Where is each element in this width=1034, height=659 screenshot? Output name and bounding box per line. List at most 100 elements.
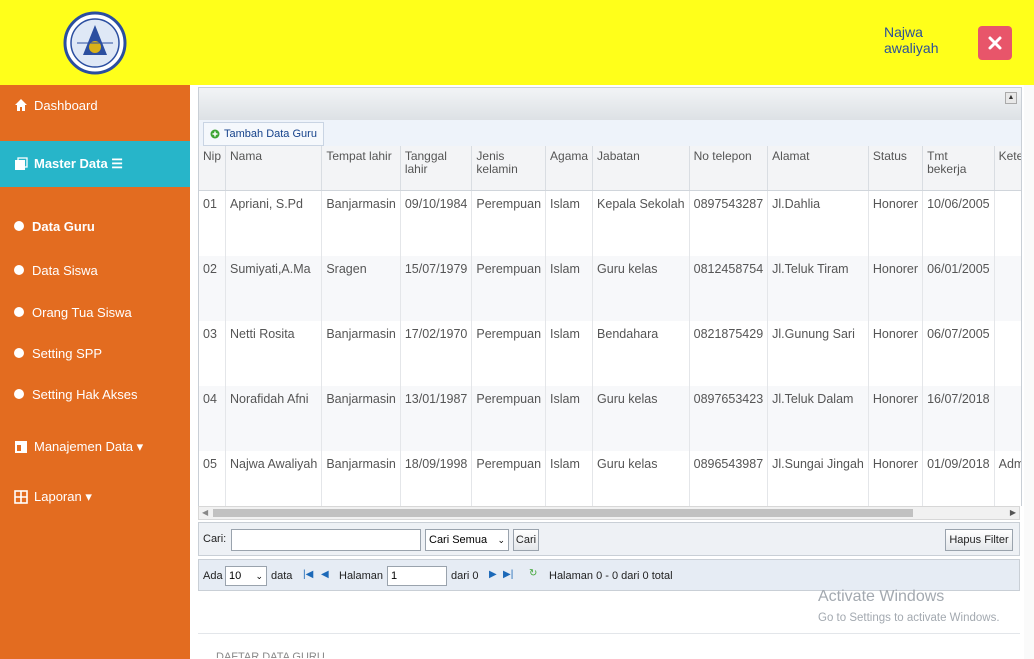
table-icon (14, 440, 28, 454)
cell-jenis-kelamin: Perempuan (471, 256, 547, 321)
column-header-jenis-kelamin[interactable]: Jenis kelamin (471, 146, 547, 191)
cell-no-telepon: 0897543287 (689, 190, 769, 256)
search-button[interactable]: Cari (513, 529, 539, 551)
next-page-icon[interactable]: ▶ (489, 569, 497, 580)
cell-jenis-kelamin: Perempuan (471, 321, 547, 386)
column-header-jabatan[interactable]: Jabatan (592, 146, 690, 191)
add-teacher-label: Tambah Data Guru (224, 128, 317, 140)
sidebar-item-label: Dashboard (34, 97, 98, 113)
close-icon (988, 36, 1002, 50)
logout-button[interactable] (978, 26, 1012, 60)
sidebar-item-laporan[interactable]: Laporan ▾ (0, 483, 190, 511)
column-header-nip[interactable]: Nip (199, 146, 227, 191)
table-row[interactable]: 02 Sumiyati,A.Ma Sragen 15/07/1979 Perempuan… (199, 256, 1021, 321)
page-size-value: 10 (229, 570, 242, 582)
table-row[interactable]: 03 Netti Rosita Banjarmasin 17/02/1970 Perem… (199, 321, 1021, 386)
cell-tmt-bekerja: 01/09/2018 (922, 451, 995, 506)
grid-icon (14, 490, 28, 504)
grid-toolbar: Tambah Data Guru (198, 120, 1022, 146)
scrollbar-thumb[interactable] (213, 509, 913, 517)
bullet-icon (14, 265, 24, 275)
folder-icon (14, 157, 28, 171)
sidebar-item-setting-hak-akses[interactable]: Setting Hak Akses (0, 381, 190, 407)
sidebar-item-orang-tua-siswa[interactable]: Orang Tua Siswa (0, 299, 190, 325)
cell-tmt-bekerja: 06/01/2005 (922, 256, 995, 321)
scroll-right-icon[interactable]: ▶ (1010, 508, 1016, 517)
column-header-tmt-bekerja[interactable]: Tmt bekerja (922, 146, 995, 191)
sidebar-item-dashboard[interactable]: Dashboard (0, 85, 190, 125)
collapse-up-icon[interactable]: ▲ (1005, 92, 1017, 104)
teacher-data-grid: Nip Nama Tempat lahir Tanggal lahir Jeni… (198, 146, 1022, 506)
cell-status: Honorer (868, 386, 924, 451)
sidebar-item-label: Setting Hak Akses (32, 386, 138, 402)
sidebar-item-label: Setting SPP (32, 345, 103, 361)
table-row[interactable]: 01 Apriani, S.Pd Banjarmasin 09/10/1984 Pere… (199, 190, 1021, 256)
search-input[interactable] (231, 529, 421, 551)
next-section-title: DAFTAR DATA GURU (216, 651, 325, 658)
cell-nama: Norafidah Afni (225, 386, 323, 451)
cell-agama: Islam (545, 321, 594, 386)
cell-nip: 02 (199, 256, 227, 321)
sidebar-item-label: Laporan ▾ (34, 489, 92, 504)
prev-page-icon[interactable]: ◀ (321, 569, 329, 580)
table-row[interactable]: 05 Najwa Awaliyah Banjarmasin 18/09/1998 Per… (199, 451, 1021, 506)
page-label: Halaman (339, 570, 384, 582)
column-header-tanggal-lahir[interactable]: Tanggal lahir (400, 146, 473, 191)
cell-tempat-lahir: Sragen (321, 256, 401, 321)
page-size-select[interactable]: 10 ⌄ (225, 566, 267, 586)
logo-area (0, 0, 190, 85)
table-row[interactable]: 04 Norafidah Afni Banjarmasin 13/01/1987 Per… (199, 386, 1021, 451)
cell-alamat: Jl.Teluk Tiram (767, 256, 869, 321)
sidebar-item-label: Data Guru (32, 218, 95, 234)
cell-tmt-bekerja: 10/06/2005 (922, 190, 995, 256)
column-header-no-telepon[interactable]: No telepon (689, 146, 769, 191)
clear-filter-button[interactable]: Hapus Filter (945, 529, 1013, 551)
column-header-alamat[interactable]: Alamat (767, 146, 869, 191)
column-header-agama[interactable]: Agama (545, 146, 594, 191)
cell-status: Honorer (868, 451, 924, 506)
column-header-nama[interactable]: Nama (225, 146, 323, 191)
panel-header: ▲ (198, 87, 1022, 121)
search-field-select[interactable]: Cari Semua ⌄ (425, 529, 509, 551)
vertical-scrollbar[interactable] (1024, 85, 1034, 659)
add-teacher-button[interactable]: Tambah Data Guru (203, 122, 324, 146)
cell-keterangan: Admin (994, 451, 1021, 506)
column-header-tempat-lahir[interactable]: Tempat lahir (321, 146, 401, 191)
cell-jenis-kelamin: Perempuan (471, 386, 547, 451)
activation-watermark-subtitle: Go to Settings to activate Windows. (818, 612, 1000, 624)
sidebar-item-master-data[interactable]: Master Data ☰ (0, 141, 190, 187)
cell-no-telepon: 0821875429 (689, 321, 769, 386)
cell-tanggal-lahir: 18/09/1998 (400, 451, 473, 506)
cell-tempat-lahir: Banjarmasin (321, 321, 401, 386)
bullet-icon (14, 307, 24, 317)
first-page-icon[interactable]: |◀ (303, 569, 313, 580)
column-header-keterangan[interactable]: Keteran (994, 146, 1021, 191)
page-summary: Halaman 0 - 0 dari 0 total (549, 570, 673, 582)
bullet-icon (14, 221, 24, 231)
cell-jenis-kelamin: Perempuan (471, 190, 547, 256)
cell-status: Honorer (868, 321, 924, 386)
add-circle-icon (210, 129, 220, 139)
last-page-icon[interactable]: ▶| (503, 569, 513, 580)
cell-nama: Najwa Awaliyah (225, 451, 323, 506)
cell-nip: 05 (199, 451, 227, 506)
cell-tanggal-lahir: 17/02/1970 (400, 321, 473, 386)
cell-tanggal-lahir: 13/01/1987 (400, 386, 473, 451)
horizontal-scrollbar[interactable]: ◀ ▶ (198, 506, 1020, 520)
sidebar-item-data-guru[interactable]: Data Guru (0, 213, 190, 239)
sidebar-item-setting-spp[interactable]: Setting SPP (0, 340, 190, 366)
page-number-input[interactable] (387, 566, 447, 586)
school-logo-icon (63, 11, 127, 74)
refresh-icon[interactable]: ↻ (529, 568, 537, 579)
cell-jabatan: Guru kelas (592, 451, 690, 506)
cell-keterangan (994, 190, 1021, 256)
sidebar-item-manajemen-data[interactable]: Manajemen Data ▾ (0, 433, 190, 461)
activation-watermark-title: Activate Windows (818, 588, 945, 605)
cell-tanggal-lahir: 09/10/1984 (400, 190, 473, 256)
column-header-status[interactable]: Status (868, 146, 924, 191)
sidebar-item-data-siswa[interactable]: Data Siswa (0, 257, 190, 283)
home-icon (14, 98, 28, 112)
username-label: Najwa awaliyah (884, 24, 939, 56)
scroll-left-icon[interactable]: ◀ (202, 508, 208, 517)
sidebar-item-label: Master Data ☰ (34, 156, 123, 171)
